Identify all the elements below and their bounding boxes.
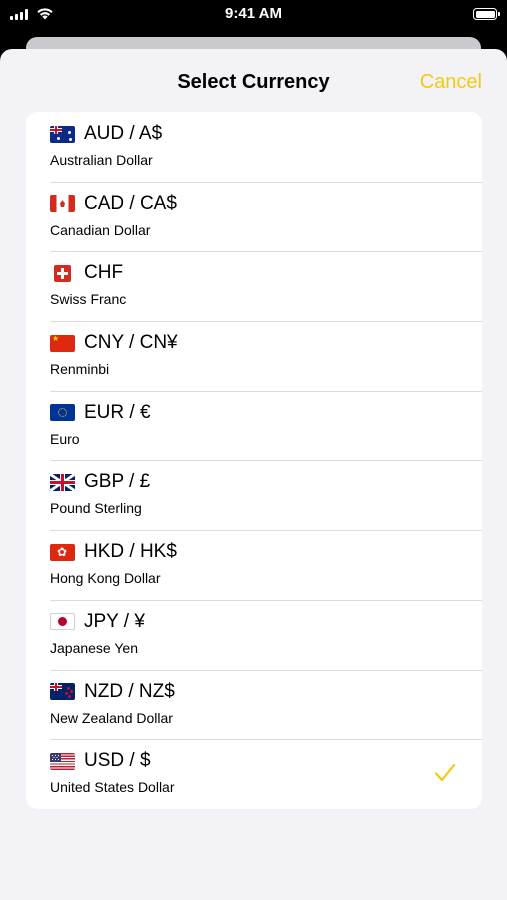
currency-name: New Zealand Dollar <box>50 709 173 726</box>
battery-icon <box>473 8 500 20</box>
currency-name: Australian Dollar <box>50 152 153 168</box>
currency-list: AUD / A$ Australian Dollar CAD / CA$ Can… <box>26 112 482 809</box>
currency-code: HKD / HK$ <box>84 541 177 563</box>
currency-code: JPY / ¥ <box>84 610 145 632</box>
china-flag-icon <box>50 334 75 352</box>
eu-flag-icon <box>50 404 75 422</box>
status-time: 9:41 AM <box>225 5 282 22</box>
currency-code: USD / $ <box>84 750 151 772</box>
currency-code: CAD / CA$ <box>84 192 177 214</box>
australia-flag-icon <box>50 125 75 143</box>
usa-flag-icon <box>50 752 75 770</box>
cancel-button[interactable]: Cancel <box>420 71 482 94</box>
currency-row-aud[interactable]: AUD / A$ Australian Dollar <box>26 112 482 182</box>
currency-name: Japanese Yen <box>50 639 138 656</box>
currency-row-nzd[interactable]: NZD / NZ$ New Zealand Dollar <box>26 669 482 740</box>
currency-name: United States Dollar <box>50 779 175 796</box>
japan-flag-icon <box>50 613 75 631</box>
currency-row-usd[interactable]: USD / $ United States Dollar <box>26 739 482 809</box>
currency-name: Renminbi <box>50 361 110 378</box>
checkmark-icon <box>434 764 456 782</box>
currency-name: Canadian Dollar <box>50 221 151 238</box>
canada-flag-icon <box>50 195 75 213</box>
currency-code: CNY / CN¥ <box>84 332 178 354</box>
currency-row-eur[interactable]: EUR / € Euro <box>26 390 482 461</box>
currency-name: Swiss Franc <box>50 291 127 308</box>
currency-name: Pound Sterling <box>50 500 142 517</box>
currency-row-hkd[interactable]: HKD / HK$ Hong Kong Dollar <box>26 530 482 600</box>
currency-row-jpy[interactable]: JPY / ¥ Japanese Yen <box>26 599 482 670</box>
currency-name: Hong Kong Dollar <box>50 570 161 587</box>
switzerland-flag-icon <box>54 264 71 282</box>
status-bar: 9:41 AM <box>0 0 507 30</box>
currency-code: AUD / A$ <box>84 123 163 144</box>
currency-code: CHF <box>84 262 124 284</box>
hong-kong-flag-icon <box>50 543 75 561</box>
currency-code: EUR / € <box>84 401 151 423</box>
currency-row-gbp[interactable]: GBP / £ Pound Sterling <box>26 460 482 530</box>
sheet-header: Select Currency Cancel <box>0 49 507 119</box>
currency-name: Euro <box>50 430 80 447</box>
currency-code: GBP / £ <box>84 471 151 493</box>
currency-code: NZD / NZ$ <box>84 680 175 702</box>
currency-row-cny[interactable]: CNY / CN¥ Renminbi <box>26 321 482 391</box>
currency-row-chf[interactable]: CHF Swiss Franc <box>26 251 482 321</box>
uk-flag-icon <box>50 473 75 491</box>
currency-row-cad[interactable]: CAD / CA$ Canadian Dollar <box>26 181 482 252</box>
new-zealand-flag-icon <box>50 683 75 700</box>
